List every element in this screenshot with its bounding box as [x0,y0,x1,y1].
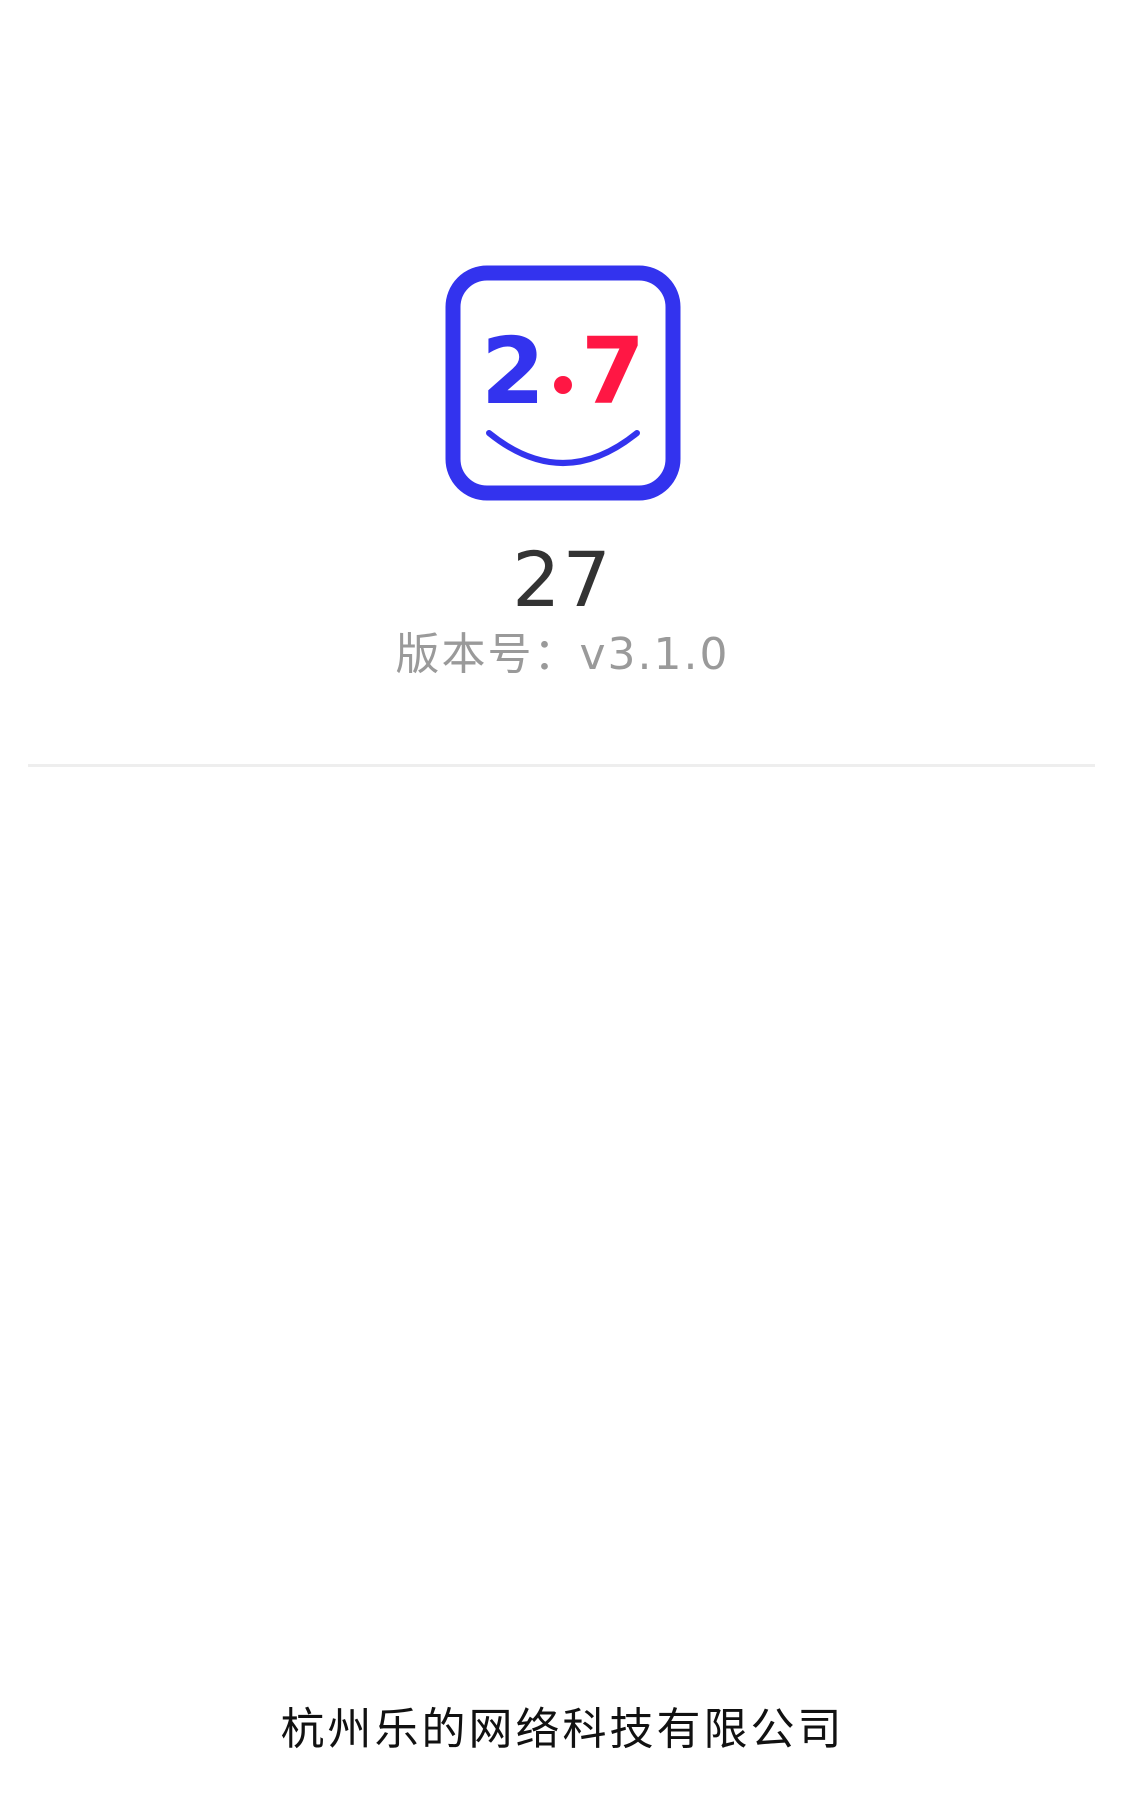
about-screen: 2 7 27 版本号：v3.1.0 杭州乐的网络科技有限公司 [0,0,1125,1809]
divider [28,764,1095,767]
version-label: 版本号： [395,629,580,680]
version-value: v3.1.0 [579,629,730,680]
logo-digit-left: 2 [481,318,545,425]
logo-smile [486,430,640,466]
version-row: 版本号：v3.1.0 [0,620,1125,690]
logo-digit-right: 7 [581,318,645,425]
company-name: 杭州乐的网络科技有限公司 [280,1704,845,1755]
app-logo-icon: 2 7 [445,265,681,501]
app-name: 27 [512,535,613,624]
logo-dot [554,376,572,394]
